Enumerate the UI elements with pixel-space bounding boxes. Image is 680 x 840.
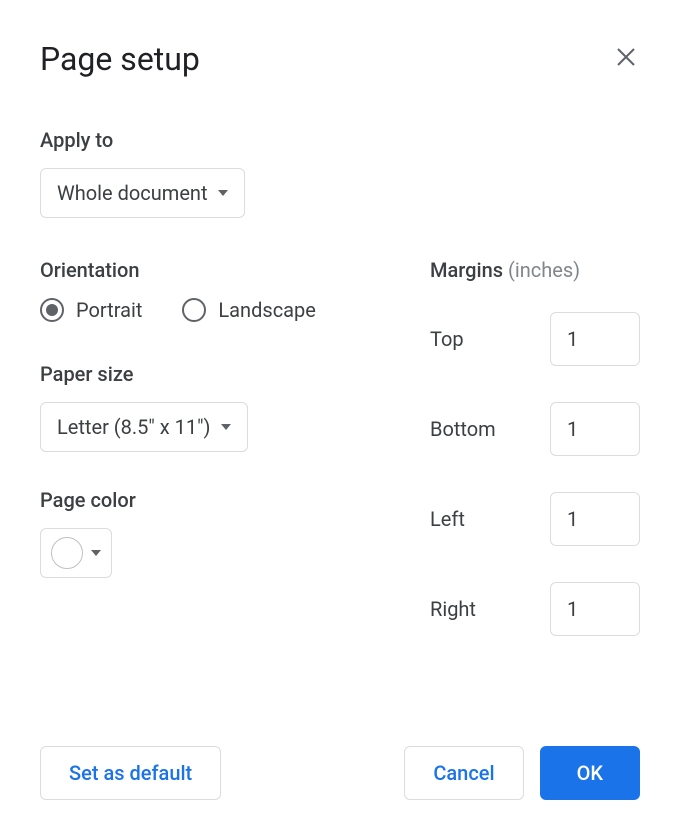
orientation-label: Orientation xyxy=(40,258,370,282)
color-swatch-icon xyxy=(51,537,83,569)
margin-left-input[interactable] xyxy=(550,492,640,546)
apply-to-value: Whole document xyxy=(57,181,208,205)
margin-right-input[interactable] xyxy=(550,582,640,636)
margin-right-label: Right xyxy=(430,597,476,621)
ok-button[interactable]: OK xyxy=(540,746,640,800)
paper-size-label: Paper size xyxy=(40,362,370,386)
paper-size-dropdown[interactable]: Letter (8.5" x 11") xyxy=(40,402,248,452)
dialog-title: Page setup xyxy=(40,40,200,78)
margin-top-input[interactable] xyxy=(550,312,640,366)
page-color-label: Page color xyxy=(40,488,370,512)
orientation-landscape-radio[interactable]: Landscape xyxy=(182,298,315,322)
margin-top-label: Top xyxy=(430,327,464,351)
margins-label: Margins (inches) xyxy=(430,258,640,282)
caret-down-icon xyxy=(218,190,228,196)
caret-down-icon xyxy=(221,424,231,430)
close-icon[interactable] xyxy=(612,41,640,77)
apply-to-label: Apply to xyxy=(40,128,640,152)
caret-down-icon xyxy=(91,550,101,556)
radio-unselected-icon xyxy=(182,298,206,322)
landscape-label: Landscape xyxy=(218,298,315,322)
orientation-portrait-radio[interactable]: Portrait xyxy=(40,298,142,322)
set-as-default-button[interactable]: Set as default xyxy=(40,746,221,800)
portrait-label: Portrait xyxy=(76,298,142,322)
cancel-button[interactable]: Cancel xyxy=(404,746,523,800)
margin-bottom-label: Bottom xyxy=(430,417,496,441)
page-color-dropdown[interactable] xyxy=(40,528,112,578)
radio-selected-icon xyxy=(40,298,64,322)
paper-size-value: Letter (8.5" x 11") xyxy=(57,415,211,439)
apply-to-dropdown[interactable]: Whole document xyxy=(40,168,245,218)
margin-left-label: Left xyxy=(430,507,465,531)
margin-bottom-input[interactable] xyxy=(550,402,640,456)
